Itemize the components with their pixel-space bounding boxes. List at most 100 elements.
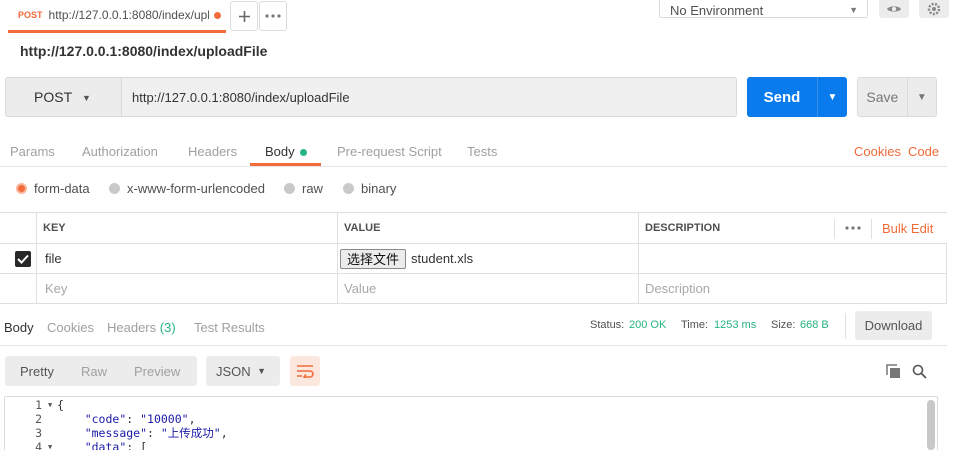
tab-prerequest-script[interactable]: Pre-request Script	[337, 144, 442, 159]
tab-url-label: http://127.0.0.1:8080/index/upl	[48, 8, 209, 22]
request-name: http://127.0.0.1:8080/index/uploadFile	[20, 43, 268, 59]
new-key-input[interactable]: Key	[37, 274, 338, 304]
response-tab-headers[interactable]: Headers (3)	[107, 320, 176, 335]
tab-params[interactable]: Params	[10, 144, 55, 159]
view-preview-button[interactable]: Preview	[107, 364, 180, 379]
description-header-label: DESCRIPTION	[645, 222, 721, 234]
response-headers-count: (3)	[159, 320, 176, 335]
row-enabled-checkbox[interactable]	[15, 250, 31, 267]
new-tab-button[interactable]	[230, 1, 258, 31]
fold-icon[interactable]: ▼	[48, 440, 52, 450]
json-punct: : [	[126, 440, 148, 450]
bulk-edit-link[interactable]: Bulk Edit	[882, 221, 933, 236]
tab-body-label: Body	[265, 144, 295, 159]
status-value: 200 OK	[629, 319, 666, 331]
tab-authorization[interactable]: Authorization	[82, 144, 158, 159]
line-number-2: 2	[35, 412, 42, 426]
tab-tests[interactable]: Tests	[467, 144, 497, 159]
send-button[interactable]: Send ▼	[747, 77, 847, 117]
manage-environments-button[interactable]	[919, 0, 949, 18]
line-number: 3	[5, 426, 45, 440]
code-link[interactable]: Code	[908, 144, 939, 159]
json-key: "code"	[84, 412, 127, 426]
view-pretty-button[interactable]: Pretty	[5, 364, 54, 379]
response-tab-test-results[interactable]: Test Results	[194, 320, 265, 335]
tab-body[interactable]: Body	[265, 144, 307, 159]
editor-scrollbar[interactable]	[927, 400, 935, 450]
code-line: "message": "上传成功",	[84, 426, 228, 440]
line-number: 4 ▼	[5, 440, 52, 450]
environment-select[interactable]: No Environment ▼	[659, 0, 868, 18]
radio-selected-icon	[16, 183, 27, 194]
radio-binary[interactable]: binary	[343, 181, 396, 196]
divider	[0, 166, 947, 167]
send-label: Send	[763, 88, 801, 106]
url-input[interactable]: http://127.0.0.1:8080/index/uploadFile	[122, 77, 737, 117]
ellipsis-icon	[265, 14, 281, 18]
code-lines: { "code": "10000", "message": "上传成功", "d…	[57, 398, 228, 450]
ellipsis-icon[interactable]	[845, 226, 861, 230]
row-key-input[interactable]: file	[37, 244, 338, 274]
unsaved-dot-icon	[213, 11, 221, 19]
response-tab-cookies[interactable]: Cookies	[47, 320, 94, 335]
response-tab-body[interactable]: Body	[4, 320, 34, 335]
method-label: POST	[34, 89, 73, 105]
plus-icon	[238, 10, 250, 22]
size-value: 668 B	[800, 319, 829, 331]
radio-urlencoded-label: x-www-form-urlencoded	[127, 181, 265, 196]
eye-icon	[887, 6, 901, 12]
save-button[interactable]: Save ▼	[857, 77, 937, 117]
chosen-file-name: student.xls	[411, 251, 474, 266]
download-button[interactable]: Download	[855, 311, 932, 340]
cookies-link[interactable]: Cookies	[854, 144, 901, 159]
column-header-description: DESCRIPTION Bulk Edit	[639, 213, 947, 244]
method-select[interactable]: POST ▼	[5, 77, 122, 117]
line-number-3: 3	[35, 426, 42, 440]
format-select[interactable]: JSON ▼	[206, 356, 280, 386]
table-header-check-cell	[0, 213, 37, 244]
environment-label: No Environment	[670, 3, 764, 18]
code-line: {	[57, 398, 64, 412]
new-value-input[interactable]: Value	[338, 274, 639, 304]
wrap-lines-button[interactable]	[290, 356, 320, 386]
header-divider	[834, 219, 835, 239]
chevron-down-icon: ▼	[82, 93, 91, 103]
search-icon[interactable]	[912, 364, 927, 379]
json-string: "上传成功"	[160, 426, 221, 440]
tab-headers[interactable]: Headers	[188, 144, 237, 159]
choose-file-button[interactable]: 选择文件	[340, 248, 407, 269]
line-number-4: 4	[35, 440, 42, 450]
radio-urlencoded[interactable]: x-www-form-urlencoded	[109, 181, 265, 196]
code-line: "code": "10000",	[84, 412, 196, 426]
view-raw-button[interactable]: Raw	[54, 364, 107, 379]
request-tab[interactable]: POST http://127.0.0.1:8080/index/upl	[8, 0, 226, 33]
response-time: 1253 ms	[714, 319, 757, 331]
radio-raw[interactable]: raw	[284, 181, 323, 196]
response-body-editor[interactable]: 1 ▼ 2 3 4 ▼ { "code": "10000", "message": …	[4, 396, 938, 450]
time-value: 1253 ms	[714, 319, 756, 331]
environment-quick-look-button[interactable]	[879, 0, 909, 18]
table-row-check-cell	[0, 244, 37, 274]
status-label: Status:	[590, 319, 625, 331]
url-value: http://127.0.0.1:8080/index/uploadFile	[132, 89, 350, 105]
row-description-input[interactable]	[639, 244, 947, 274]
send-options-chevron-icon[interactable]: ▼	[818, 92, 847, 103]
more-tabs-button[interactable]	[259, 1, 287, 31]
save-label: Save	[866, 89, 899, 105]
new-description-input[interactable]: Description	[639, 274, 947, 304]
row-value-cell: 选择文件 student.xls	[338, 244, 639, 274]
view-mode-group: Pretty Raw Preview	[5, 356, 197, 386]
copy-icon[interactable]	[886, 364, 901, 379]
time-label: Time:	[681, 319, 709, 331]
json-key: "message"	[84, 426, 148, 440]
radio-icon	[284, 183, 295, 194]
save-options-chevron-icon[interactable]: ▼	[908, 92, 936, 103]
line-number-1: 1	[35, 398, 42, 412]
line-gutter: 1 ▼ 2 3 4 ▼	[5, 397, 53, 450]
fold-icon[interactable]: ▼	[48, 398, 52, 412]
code-line: "data": [	[57, 440, 228, 450]
radio-form-data[interactable]: form-data	[16, 181, 90, 196]
form-data-table: KEY VALUE DESCRIPTION Bulk Edit file 选择文…	[0, 212, 947, 304]
size-label: Size:	[771, 319, 796, 331]
wrap-lines-icon	[297, 365, 314, 378]
